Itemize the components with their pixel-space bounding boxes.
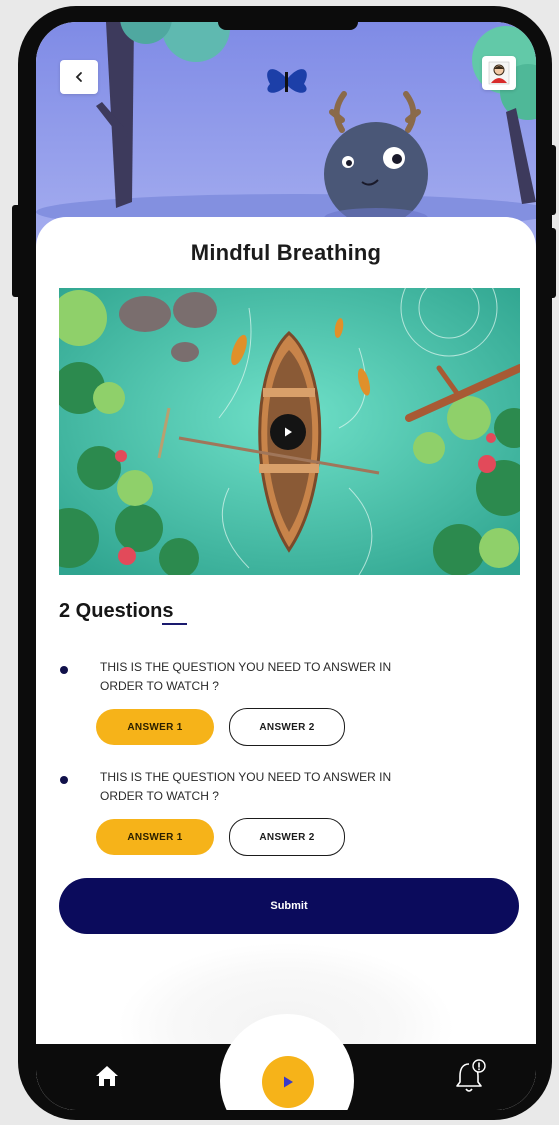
question-bullet [60,666,68,674]
home-icon [96,1066,118,1086]
chevron-left-icon [75,72,82,82]
profile-avatar-button[interactable] [482,56,516,90]
bell-alert-icon [456,1059,486,1092]
answer-option-2[interactable]: ANSWER 2 [229,818,345,856]
page-title: Mindful Breathing [190,240,382,265]
butterfly-icon [267,69,307,93]
app-screen: Mindful Breathing 2 Questions THIS IS TH… [36,22,536,1110]
phone-side-button-left [12,205,22,297]
answer-option-2[interactable]: ANSWER 2 [229,708,345,746]
answer-option-1[interactable]: ANSWER 1 [96,819,214,855]
submit-button[interactable]: Submit [59,878,519,934]
question-text: THIS IS THE QUESTION YOU NEED TO ANSWER … [100,770,392,803]
phone-side-button-right-bottom [548,228,556,298]
question-bullet [60,776,68,784]
questions-count: 2 Questions [59,600,174,622]
answer-option-1[interactable]: ANSWER 1 [96,709,214,745]
nav-home-button[interactable] [94,1064,120,1093]
phone-side-button-right-top [548,145,556,215]
questions-count-underline [162,623,187,625]
question-text: THIS IS THE QUESTION YOU NEED TO ANSWER … [100,660,392,693]
nav-play-button[interactable] [262,1056,314,1108]
play-icon [285,427,292,437]
video-play-button[interactable] [270,414,306,450]
user-avatar-icon [488,61,510,85]
nav-notifications-button[interactable] [454,1058,488,1099]
back-button[interactable] [60,60,98,94]
play-icon [284,1076,293,1088]
phone-notch [218,22,358,30]
